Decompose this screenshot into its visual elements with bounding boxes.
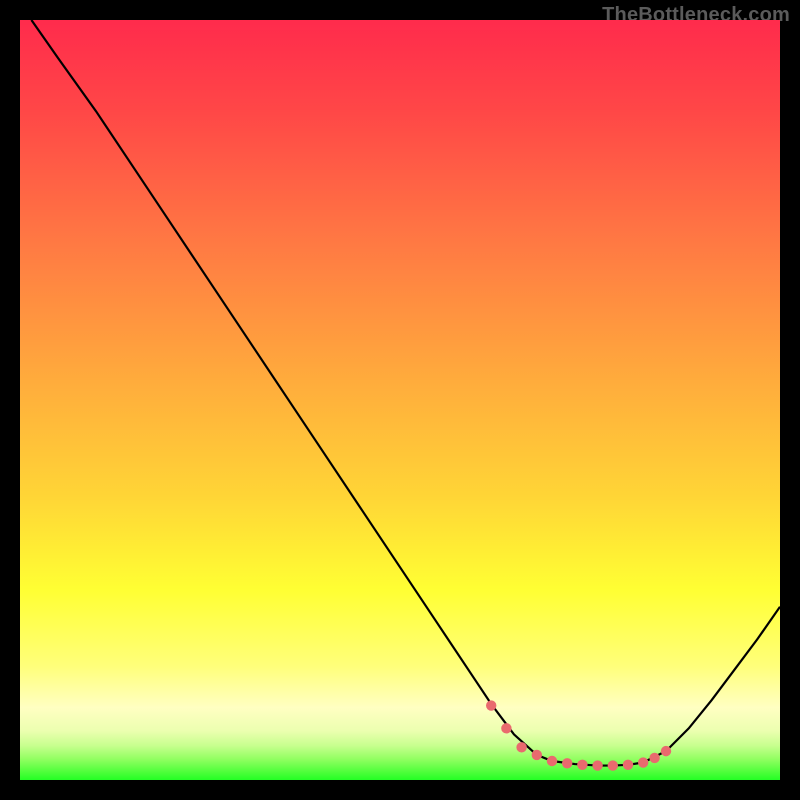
- marker-dot: [623, 760, 633, 770]
- marker-dot: [516, 742, 526, 752]
- chart-container: TheBottleneck.com: [0, 0, 800, 800]
- marker-dot: [661, 746, 671, 756]
- plot-area: [20, 20, 780, 780]
- marker-dot: [501, 723, 511, 733]
- marker-dot: [577, 760, 587, 770]
- marker-dot: [592, 760, 602, 770]
- marker-dot: [532, 750, 542, 760]
- marker-dot: [547, 756, 557, 766]
- marker-dot: [649, 753, 659, 763]
- marker-dot: [638, 757, 648, 767]
- marker-dot: [608, 760, 618, 770]
- marker-dot: [562, 758, 572, 768]
- marker-dot: [486, 700, 496, 710]
- gradient-background: [20, 20, 780, 780]
